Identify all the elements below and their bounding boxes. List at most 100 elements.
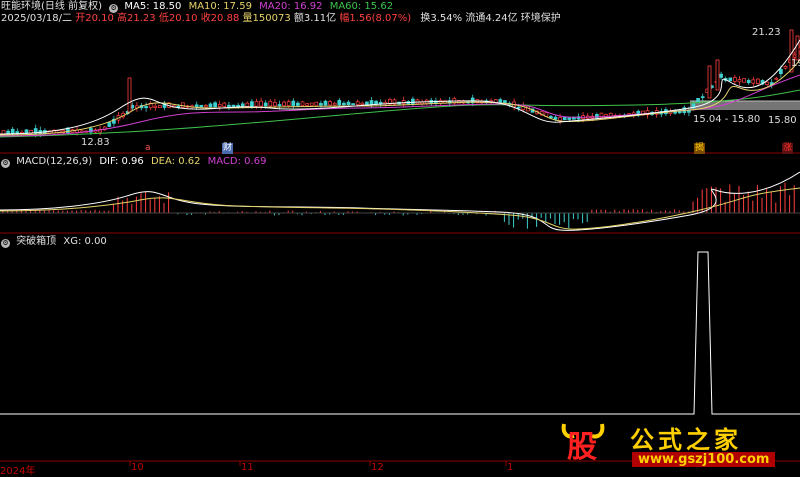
watermark-brand: 公式之家 bbox=[630, 425, 742, 454]
axis-label-jan: 1 bbox=[507, 462, 514, 473]
macd-macd: MACD: 0.69 bbox=[207, 156, 267, 167]
candle-body bbox=[332, 102, 337, 106]
box-upper-label: 15.80 bbox=[768, 115, 797, 126]
axis-label-oct: 10 bbox=[131, 462, 144, 473]
candle-body bbox=[562, 117, 567, 121]
candle-body bbox=[742, 78, 746, 83]
candle-body bbox=[687, 110, 691, 113]
event-tag-1[interactable]: a bbox=[144, 143, 152, 154]
candle-body bbox=[217, 103, 222, 108]
candle-body bbox=[715, 59, 720, 91]
candle-body bbox=[737, 79, 742, 83]
candle-body bbox=[553, 116, 558, 120]
candle-body bbox=[222, 102, 227, 107]
candle-body bbox=[567, 117, 572, 120]
candle-body bbox=[259, 100, 263, 107]
candle-body bbox=[213, 102, 217, 108]
macd-dea: DEA: 0.62 bbox=[150, 156, 201, 167]
indicator-header: ⚙ 突破箱顶 XG: 0.00 bbox=[1, 236, 107, 248]
candle-body bbox=[236, 104, 240, 107]
candle-body bbox=[328, 101, 332, 106]
candle-body bbox=[365, 101, 369, 105]
candle-body bbox=[719, 73, 723, 78]
candle-body bbox=[144, 106, 148, 109]
candle-body bbox=[309, 102, 314, 106]
candle-body bbox=[351, 103, 355, 106]
xg-signal-line bbox=[0, 251, 800, 415]
candle-body bbox=[277, 104, 282, 107]
candle-body bbox=[779, 69, 783, 75]
dif-line bbox=[0, 171, 800, 231]
candle-body bbox=[783, 66, 788, 69]
candle-body bbox=[707, 65, 712, 99]
macd-name[interactable]: MACD(12,26,9) bbox=[16, 156, 92, 167]
candle-body bbox=[158, 105, 162, 108]
watermark-url: www.gszj100.com bbox=[632, 452, 776, 467]
candle-body bbox=[700, 96, 705, 99]
watermark-char: 股 bbox=[567, 430, 597, 465]
candle-body bbox=[227, 104, 231, 107]
candle-body bbox=[751, 79, 756, 84]
candle-body bbox=[300, 101, 305, 106]
candle-body bbox=[342, 102, 346, 106]
candle-body bbox=[733, 77, 737, 82]
ma10-line bbox=[0, 59, 800, 136]
event-tag-finance[interactable]: 财 bbox=[222, 143, 234, 154]
candle-body bbox=[1, 130, 6, 135]
candle-body bbox=[286, 101, 291, 106]
candle-body bbox=[268, 100, 273, 107]
candle-body bbox=[795, 35, 800, 61]
indicator-xg: XG: 0.00 bbox=[63, 236, 107, 247]
event-tag-reveal[interactable]: 揭 bbox=[694, 143, 706, 154]
macd-header: ⚙ MACD(12,26,9) DIF: 0.96 DEA: 0.62 MACD… bbox=[1, 156, 266, 168]
candle-body bbox=[127, 77, 132, 113]
axis-label-year: 2024年 bbox=[0, 466, 36, 477]
right-edge-price: 19 bbox=[791, 58, 800, 69]
candle-body bbox=[346, 101, 351, 106]
candle-body bbox=[728, 77, 733, 82]
candle-body bbox=[360, 102, 365, 105]
candle-body bbox=[355, 101, 360, 105]
gear-icon[interactable]: ⚙ bbox=[1, 239, 10, 248]
candle-body bbox=[10, 128, 15, 135]
candle-body bbox=[305, 103, 309, 106]
candle-body bbox=[756, 78, 760, 84]
candle-body bbox=[254, 101, 259, 107]
candle-body bbox=[199, 104, 204, 108]
chart-canvas bbox=[0, 29, 800, 466]
candle-body bbox=[746, 80, 751, 84]
candle-body bbox=[181, 102, 185, 108]
gear-icon[interactable]: ⚙ bbox=[1, 159, 10, 168]
candle-body bbox=[153, 105, 158, 108]
indicator-name[interactable]: 突破箱顶 bbox=[16, 236, 56, 247]
candle-body bbox=[263, 102, 268, 107]
candle-body bbox=[314, 101, 319, 106]
event-tag-limit-up[interactable]: 涨 bbox=[782, 143, 794, 154]
candle-body bbox=[231, 104, 236, 107]
candle-body bbox=[774, 77, 779, 80]
watermark: 股 公式之家 www.gszj100.com bbox=[560, 418, 798, 468]
candle-body bbox=[282, 101, 286, 107]
candle-body bbox=[319, 103, 323, 106]
axis-label-nov: 11 bbox=[241, 462, 254, 473]
box-range-label: 15.04 - 15.80 bbox=[693, 114, 761, 125]
candle-body bbox=[291, 100, 296, 106]
candle-body bbox=[107, 122, 112, 127]
candle-body bbox=[765, 81, 769, 85]
candle-body bbox=[273, 101, 277, 107]
macd-dif: DIF: 0.96 bbox=[99, 156, 144, 167]
candlestick-series bbox=[1, 29, 800, 138]
candle-body bbox=[323, 100, 328, 106]
high-price-label: 21.23 bbox=[752, 27, 781, 38]
candle-body bbox=[337, 99, 342, 106]
dea-line bbox=[0, 187, 800, 230]
low-price-label: 12.83 bbox=[81, 137, 110, 148]
candle-body bbox=[245, 102, 250, 107]
candle-body bbox=[194, 104, 199, 108]
candle-body bbox=[250, 101, 254, 107]
candle-body bbox=[516, 106, 521, 109]
candle-body bbox=[204, 105, 208, 108]
candle-body bbox=[558, 117, 562, 121]
watermark-bull-icon: 股 bbox=[560, 418, 606, 465]
candle-body bbox=[296, 102, 300, 106]
